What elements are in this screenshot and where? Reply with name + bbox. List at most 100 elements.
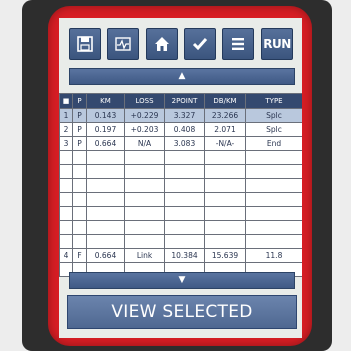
table-row[interactable] bbox=[59, 220, 302, 235]
table-cell bbox=[164, 206, 205, 221]
table-cell: 0.664 bbox=[86, 136, 125, 151]
table-cell bbox=[86, 192, 125, 207]
table-cell bbox=[59, 234, 73, 249]
table-row[interactable] bbox=[59, 178, 302, 193]
table-cell: F bbox=[72, 248, 87, 263]
trace-icon bbox=[115, 37, 131, 51]
table-cell bbox=[164, 220, 205, 235]
table-cell: 23.266 bbox=[204, 108, 246, 123]
table-row[interactable] bbox=[59, 206, 302, 221]
view-selected-button[interactable]: VIEW SELECTED bbox=[67, 295, 297, 329]
table-row[interactable] bbox=[59, 164, 302, 179]
table-row[interactable] bbox=[59, 150, 302, 165]
table-cell bbox=[86, 178, 125, 193]
table-cell bbox=[59, 220, 73, 235]
table-cell: 0.664 bbox=[86, 248, 125, 263]
header-km: KM bbox=[86, 93, 125, 109]
table-cell bbox=[124, 150, 165, 165]
table-cell bbox=[204, 192, 246, 207]
table-cell bbox=[72, 206, 87, 221]
table-cell: End bbox=[245, 136, 302, 151]
menu-icon bbox=[232, 38, 244, 50]
table-cell bbox=[204, 178, 246, 193]
table-cell bbox=[204, 234, 246, 249]
table-cell bbox=[245, 206, 302, 221]
table-cell: P bbox=[72, 108, 87, 123]
table-cell bbox=[72, 192, 87, 207]
save-icon bbox=[77, 36, 93, 52]
trace-button[interactable] bbox=[107, 28, 139, 60]
check-button[interactable] bbox=[184, 28, 216, 60]
table-cell: 0.143 bbox=[86, 108, 125, 123]
table-cell bbox=[124, 206, 165, 221]
table-cell bbox=[164, 178, 205, 193]
menu-button[interactable] bbox=[222, 28, 254, 60]
table-cell bbox=[72, 150, 87, 165]
table-row[interactable]: 1 P 0.143 +0.229 3.327 23.266 Splc bbox=[59, 108, 302, 123]
table-cell bbox=[72, 220, 87, 235]
table-row[interactable] bbox=[59, 192, 302, 207]
scroll-down-button[interactable]: ▼ bbox=[69, 272, 295, 289]
results-table: ■ P KM LOSS 2POINT DB/KM TYPE 1 P 0.143 +0.… bbox=[59, 93, 302, 277]
table-row[interactable] bbox=[59, 234, 302, 249]
home-button[interactable] bbox=[146, 28, 178, 60]
table-cell: +0.229 bbox=[124, 108, 165, 123]
table-cell: 4 bbox=[59, 248, 73, 263]
table-cell bbox=[72, 178, 87, 193]
table-cell: -N/A- bbox=[204, 136, 246, 151]
table-cell: 2 bbox=[59, 122, 73, 137]
table-cell: 10.384 bbox=[164, 248, 205, 263]
header-select: ■ bbox=[59, 93, 73, 109]
table-cell: 3.327 bbox=[164, 108, 205, 123]
table-cell bbox=[124, 234, 165, 249]
table-cell bbox=[164, 234, 205, 249]
table-cell: 3 bbox=[59, 136, 73, 151]
table-header-row: ■ P KM LOSS 2POINT DB/KM TYPE bbox=[59, 93, 302, 109]
table-cell bbox=[72, 234, 87, 249]
table-cell bbox=[245, 220, 302, 235]
table-cell bbox=[86, 234, 125, 249]
header-type: TYPE bbox=[245, 93, 302, 109]
run-button[interactable]: RUN bbox=[261, 28, 293, 60]
table-cell bbox=[59, 206, 73, 221]
table-cell: 3.083 bbox=[164, 136, 205, 151]
table-cell bbox=[124, 192, 165, 207]
table-cell: P bbox=[72, 122, 87, 137]
table-cell: 0.408 bbox=[164, 122, 205, 137]
table-cell bbox=[59, 164, 73, 179]
table-row[interactable]: 2 P 0.197 +0.203 0.408 2.071 Splc bbox=[59, 122, 302, 137]
table-cell: N/A bbox=[124, 136, 165, 151]
check-icon bbox=[192, 38, 208, 51]
device-screen: RUN ▲ ■ P KM LOSS 2POINT DB/KM TYPE 1 P 0.… bbox=[59, 18, 302, 338]
table-cell bbox=[164, 164, 205, 179]
table-cell bbox=[124, 178, 165, 193]
table-cell: Splc bbox=[245, 108, 302, 123]
table-cell bbox=[59, 178, 73, 193]
header-loss: LOSS bbox=[124, 93, 165, 109]
header-p: P bbox=[72, 93, 87, 109]
scroll-up-button[interactable]: ▲ bbox=[69, 68, 295, 85]
table-cell: 2.071 bbox=[204, 122, 246, 137]
table-row[interactable]: 4 F 0.664 Link 10.384 15.639 11.8 bbox=[59, 248, 302, 263]
header-2point: 2POINT bbox=[164, 93, 205, 109]
save-button[interactable] bbox=[69, 28, 101, 60]
table-cell bbox=[59, 192, 73, 207]
table-row[interactable]: 3 P 0.664 N/A 3.083 -N/A- End bbox=[59, 136, 302, 151]
arrow-down-icon: ▼ bbox=[178, 275, 186, 285]
table-cell bbox=[86, 220, 125, 235]
table-cell bbox=[72, 164, 87, 179]
table-cell: 15.639 bbox=[204, 248, 246, 263]
table-cell bbox=[245, 234, 302, 249]
table-cell bbox=[204, 164, 246, 179]
table-cell bbox=[164, 192, 205, 207]
table-cell bbox=[204, 150, 246, 165]
table-cell bbox=[86, 150, 125, 165]
table-cell: Link bbox=[124, 248, 165, 263]
table-cell bbox=[59, 150, 73, 165]
table-cell bbox=[204, 220, 246, 235]
table-cell bbox=[245, 164, 302, 179]
header-db-km: DB/KM bbox=[204, 93, 246, 109]
table-cell bbox=[124, 164, 165, 179]
table-cell: Splc bbox=[245, 122, 302, 137]
table-cell: 1 bbox=[59, 108, 73, 123]
